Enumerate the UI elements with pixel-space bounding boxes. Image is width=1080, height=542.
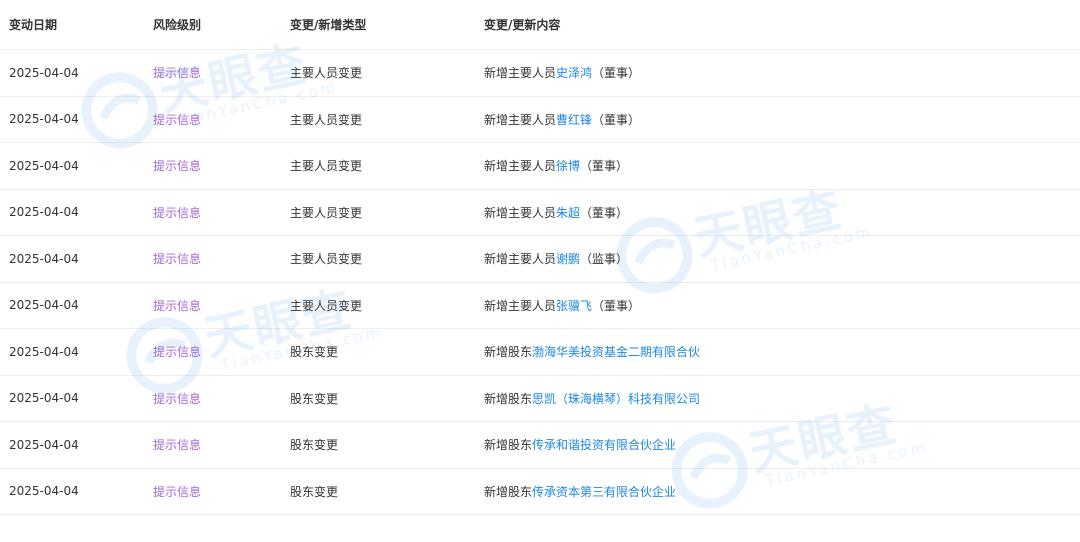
risk-level-label: 提示信息 bbox=[153, 438, 202, 453]
risk-level: 提示信息 bbox=[153, 469, 201, 515]
risk-level-label: 提示信息 bbox=[153, 205, 202, 220]
risk-level-label: 提示信息 bbox=[153, 112, 202, 127]
change-content-suffix: （董事） bbox=[592, 112, 641, 127]
table-row: 2025-04-04 提示信息 主要人员变更 新增主要人员 史泽鸿 （董事） bbox=[0, 50, 1080, 97]
risk-level: 提示信息 bbox=[153, 97, 201, 143]
table-row: 2025-04-04 提示信息 主要人员变更 新增主要人员 张骥飞 （董事） bbox=[0, 283, 1080, 329]
header-change-content: 变更/更新内容 bbox=[484, 18, 561, 32]
change-content-prefix: 新增主要人员 bbox=[484, 298, 557, 313]
change-content: 新增股东 传承资本第三有限合伙企业 bbox=[484, 469, 676, 515]
change-type: 主要人员变更 bbox=[290, 205, 363, 220]
risk-level-label: 提示信息 bbox=[153, 345, 202, 360]
change-content-prefix: 新增股东 bbox=[484, 391, 533, 406]
change-content-prefix: 新增主要人员 bbox=[484, 159, 557, 174]
change-type: 主要人员变更 bbox=[290, 66, 363, 81]
table-row: 2025-04-04 提示信息 股东变更 新增股东 渤海华美投资基金二期有限合伙 bbox=[0, 329, 1080, 376]
change-type: 股东变更 bbox=[290, 345, 339, 360]
entity-link[interactable]: 史泽鸿 bbox=[556, 64, 592, 81]
change-content-prefix: 新增股东 bbox=[484, 345, 533, 360]
entity-link[interactable]: 思凯（珠海横琴）科技有限公司 bbox=[532, 390, 700, 407]
change-content: 新增主要人员 曹红锋 （董事） bbox=[484, 97, 640, 143]
change-content: 新增主要人员 张骥飞 （董事） bbox=[484, 283, 640, 329]
entity-link[interactable]: 徐博 bbox=[556, 157, 580, 174]
table-header: 变动日期 风险级别 变更/新增类型 变更/更新内容 bbox=[0, 0, 1080, 50]
change-type: 股东变更 bbox=[290, 484, 339, 499]
risk-level: 提示信息 bbox=[153, 143, 201, 189]
table-row: 2025-04-04 提示信息 主要人员变更 新增主要人员 朱超 （董事） bbox=[0, 190, 1080, 236]
change-date: 2025-04-04 bbox=[9, 344, 79, 359]
risk-level-label: 提示信息 bbox=[153, 252, 202, 267]
change-date: 2025-04-04 bbox=[9, 391, 79, 406]
entity-link[interactable]: 谢鹏 bbox=[556, 250, 580, 267]
risk-level: 提示信息 bbox=[153, 283, 201, 329]
change-content-suffix: （董事） bbox=[592, 298, 641, 313]
change-date: 2025-04-04 bbox=[9, 158, 79, 173]
risk-level: 提示信息 bbox=[153, 50, 201, 96]
header-change-date: 变动日期 bbox=[9, 18, 58, 32]
change-content-suffix: （监事） bbox=[580, 252, 629, 267]
change-content-suffix: （董事） bbox=[580, 205, 629, 220]
entity-link[interactable]: 传承资本第三有限合伙企业 bbox=[532, 483, 676, 500]
risk-level-label: 提示信息 bbox=[153, 484, 202, 499]
change-content: 新增主要人员 朱超 （董事） bbox=[484, 190, 628, 236]
change-type: 股东变更 bbox=[290, 391, 339, 406]
change-content-prefix: 新增主要人员 bbox=[484, 205, 557, 220]
entity-link[interactable]: 传承和谐投资有限合伙企业 bbox=[532, 436, 676, 453]
risk-level-label: 提示信息 bbox=[153, 298, 202, 313]
risk-level-label: 提示信息 bbox=[153, 66, 202, 81]
change-date: 2025-04-04 bbox=[9, 298, 79, 313]
change-content: 新增股东 渤海华美投资基金二期有限合伙 bbox=[484, 329, 700, 375]
change-content-prefix: 新增股东 bbox=[484, 438, 533, 453]
table-row: 2025-04-04 提示信息 主要人员变更 新增主要人员 徐博 （董事） bbox=[0, 143, 1080, 190]
change-date: 2025-04-04 bbox=[9, 112, 79, 127]
risk-level: 提示信息 bbox=[153, 329, 201, 375]
change-content-prefix: 新增主要人员 bbox=[484, 252, 557, 267]
change-type: 主要人员变更 bbox=[290, 112, 363, 127]
change-type: 主要人员变更 bbox=[290, 159, 363, 174]
change-date: 2025-04-04 bbox=[9, 437, 79, 452]
risk-level: 提示信息 bbox=[153, 376, 201, 422]
change-content-prefix: 新增主要人员 bbox=[484, 112, 557, 127]
change-content: 新增主要人员 谢鹏 （监事） bbox=[484, 236, 628, 282]
change-content-suffix: （董事） bbox=[592, 66, 641, 81]
change-date: 2025-04-04 bbox=[9, 205, 79, 220]
entity-link[interactable]: 曹红锋 bbox=[556, 111, 592, 128]
entity-link[interactable]: 张骥飞 bbox=[556, 297, 592, 314]
header-risk-level: 风险级别 bbox=[153, 18, 202, 32]
entity-link[interactable]: 渤海华美投资基金二期有限合伙 bbox=[532, 343, 700, 360]
risk-level-label: 提示信息 bbox=[153, 159, 202, 174]
risk-level: 提示信息 bbox=[153, 190, 201, 236]
change-date: 2025-04-04 bbox=[9, 65, 79, 80]
change-records-table: 变动日期 风险级别 变更/新增类型 变更/更新内容 2025-04-04 提示信息… bbox=[0, 0, 1080, 515]
risk-level-label: 提示信息 bbox=[153, 391, 202, 406]
change-type: 主要人员变更 bbox=[290, 298, 363, 313]
header-change-type: 变更/新增类型 bbox=[290, 18, 367, 32]
change-content-suffix: （董事） bbox=[580, 159, 629, 174]
risk-level: 提示信息 bbox=[153, 422, 201, 468]
change-type: 主要人员变更 bbox=[290, 252, 363, 267]
risk-level: 提示信息 bbox=[153, 236, 201, 282]
change-date: 2025-04-04 bbox=[9, 251, 79, 266]
change-type: 股东变更 bbox=[290, 438, 339, 453]
change-content: 新增股东 思凯（珠海横琴）科技有限公司 bbox=[484, 376, 700, 422]
change-content: 新增主要人员 史泽鸿 （董事） bbox=[484, 50, 640, 96]
table-row: 2025-04-04 提示信息 股东变更 新增股东 传承和谐投资有限合伙企业 bbox=[0, 422, 1080, 469]
table-row: 2025-04-04 提示信息 股东变更 新增股东 思凯（珠海横琴）科技有限公司 bbox=[0, 376, 1080, 422]
change-content: 新增股东 传承和谐投资有限合伙企业 bbox=[484, 422, 676, 468]
change-content: 新增主要人员 徐博 （董事） bbox=[484, 143, 628, 189]
table-row: 2025-04-04 提示信息 主要人员变更 新增主要人员 谢鹏 （监事） bbox=[0, 236, 1080, 283]
change-content-prefix: 新增股东 bbox=[484, 484, 533, 499]
change-content-prefix: 新增主要人员 bbox=[484, 66, 557, 81]
entity-link[interactable]: 朱超 bbox=[556, 204, 580, 221]
table-row: 2025-04-04 提示信息 主要人员变更 新增主要人员 曹红锋 （董事） bbox=[0, 97, 1080, 143]
table-body: 2025-04-04 提示信息 主要人员变更 新增主要人员 史泽鸿 （董事） 2025-04… bbox=[0, 50, 1080, 515]
change-date: 2025-04-04 bbox=[9, 484, 79, 499]
table-row: 2025-04-04 提示信息 股东变更 新增股东 传承资本第三有限合伙企业 bbox=[0, 469, 1080, 515]
